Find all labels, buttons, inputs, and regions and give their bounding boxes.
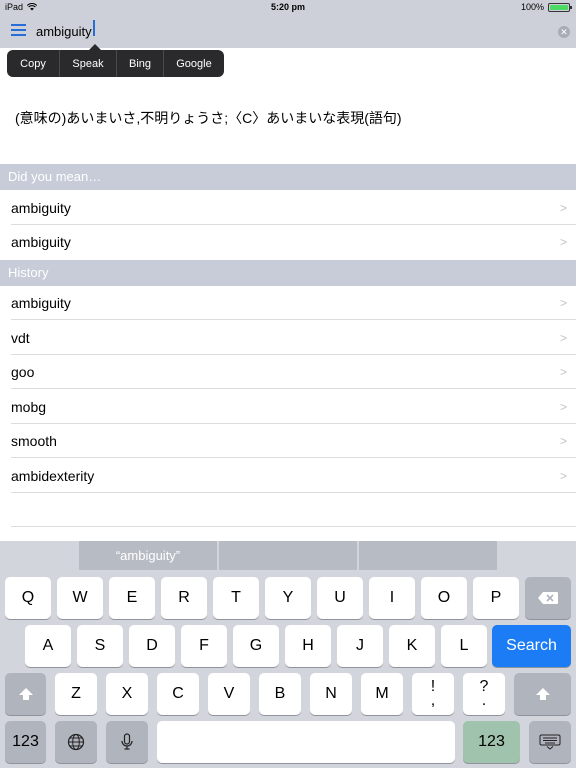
numbers-key-left[interactable]: 123 bbox=[5, 721, 46, 763]
microphone-icon bbox=[121, 733, 133, 750]
shift-key-left[interactable] bbox=[5, 673, 46, 715]
key-y[interactable]: Y bbox=[265, 577, 311, 619]
suggestions-header: Did you mean… bbox=[0, 164, 576, 190]
menu-icon[interactable] bbox=[11, 24, 26, 36]
suggestion-label: ambiguity bbox=[11, 200, 71, 216]
suggestion-label: ambiguity bbox=[11, 234, 71, 250]
chevron-right-icon: > bbox=[559, 235, 567, 249]
edit-menu: Copy Speak Bing Google bbox=[7, 44, 224, 77]
hide-keyboard-key[interactable] bbox=[529, 721, 571, 763]
history-label: ambiguity bbox=[11, 295, 71, 311]
history-row[interactable]: mobg > bbox=[11, 390, 576, 424]
key-i[interactable]: I bbox=[369, 577, 415, 619]
suggestion-row[interactable]: ambiguity > bbox=[11, 191, 576, 225]
key-d[interactable]: D bbox=[129, 625, 175, 667]
backspace-key[interactable] bbox=[525, 577, 571, 619]
search-input[interactable] bbox=[36, 20, 536, 42]
key-secondary-label: . bbox=[481, 692, 487, 709]
key-r[interactable]: R bbox=[161, 577, 207, 619]
key-secondary-label: , bbox=[430, 692, 436, 709]
key-g[interactable]: G bbox=[233, 625, 279, 667]
definition-text: (意味の)あいまいさ,不明りょうさ;〈C〉あいまいな表現(語句) bbox=[15, 110, 402, 126]
shift-key-right[interactable] bbox=[514, 673, 571, 715]
history-label: ambidexterity bbox=[11, 468, 95, 484]
text-caret bbox=[93, 20, 95, 36]
key-b[interactable]: B bbox=[259, 673, 301, 715]
battery-percent: 100% bbox=[520, 2, 544, 12]
key-question-period[interactable]: ? . bbox=[463, 673, 505, 715]
key-h[interactable]: H bbox=[285, 625, 331, 667]
dictation-key[interactable] bbox=[106, 721, 148, 763]
chevron-right-icon: > bbox=[559, 331, 567, 345]
bing-menu-item[interactable]: Bing bbox=[116, 50, 163, 77]
speak-menu-item[interactable]: Speak bbox=[59, 50, 116, 77]
history-label: mobg bbox=[11, 399, 47, 415]
globe-key[interactable] bbox=[55, 721, 97, 763]
key-v[interactable]: V bbox=[208, 673, 250, 715]
key-k[interactable]: K bbox=[389, 625, 435, 667]
chevron-right-icon: > bbox=[559, 201, 567, 215]
copy-menu-item[interactable]: Copy bbox=[7, 50, 59, 77]
history-row[interactable]: smooth > bbox=[11, 424, 576, 458]
chevron-right-icon: > bbox=[559, 365, 567, 379]
history-label: goo bbox=[11, 364, 35, 380]
predictive-suggestion[interactable]: “ambiguity” bbox=[79, 541, 217, 570]
history-label: smooth bbox=[11, 433, 57, 449]
key-u[interactable]: U bbox=[317, 577, 363, 619]
key-f[interactable]: F bbox=[181, 625, 227, 667]
key-p[interactable]: P bbox=[473, 577, 519, 619]
globe-icon bbox=[67, 733, 85, 751]
key-z[interactable]: Z bbox=[55, 673, 97, 715]
key-o[interactable]: O bbox=[421, 577, 467, 619]
key-l[interactable]: L bbox=[441, 625, 487, 667]
battery-icon bbox=[548, 2, 572, 12]
key-t[interactable]: T bbox=[213, 577, 259, 619]
space-key[interactable] bbox=[157, 721, 455, 763]
predictive-suggestion[interactable] bbox=[359, 541, 497, 570]
backspace-icon bbox=[538, 592, 558, 604]
key-s[interactable]: S bbox=[77, 625, 123, 667]
history-row[interactable]: ambidexterity > bbox=[11, 459, 576, 493]
numbers-key-right[interactable]: 123 bbox=[463, 721, 520, 763]
history-row[interactable]: ambiguity > bbox=[11, 286, 576, 320]
status-time: 5:20 pm bbox=[270, 2, 305, 12]
key-m[interactable]: M bbox=[361, 673, 403, 715]
search-key[interactable]: Search bbox=[492, 625, 571, 667]
chevron-right-icon: > bbox=[559, 434, 567, 448]
history-row[interactable]: vdt > bbox=[11, 321, 576, 355]
battery-fill bbox=[550, 4, 568, 10]
key-q[interactable]: Q bbox=[5, 577, 51, 619]
chevron-right-icon: > bbox=[559, 400, 567, 414]
key-n[interactable]: N bbox=[310, 673, 352, 715]
shift-icon bbox=[18, 688, 33, 700]
status-bar: iPad 5:20 pm 100% bbox=[0, 0, 576, 14]
keyboard-hide-icon bbox=[539, 734, 561, 750]
predictive-suggestion[interactable] bbox=[219, 541, 357, 570]
chevron-right-icon: > bbox=[559, 469, 567, 483]
key-x[interactable]: X bbox=[106, 673, 148, 715]
keyboard: Q W E R T Y U I O P A S D F G H J K L Se… bbox=[0, 570, 576, 768]
history-label: vdt bbox=[11, 330, 30, 346]
history-header: History bbox=[0, 260, 576, 286]
search-header: ✕ bbox=[0, 14, 576, 48]
key-j[interactable]: J bbox=[337, 625, 383, 667]
key-c[interactable]: C bbox=[157, 673, 199, 715]
key-a[interactable]: A bbox=[25, 625, 71, 667]
shift-icon bbox=[535, 688, 550, 700]
google-menu-item[interactable]: Google bbox=[163, 50, 224, 77]
clear-icon[interactable]: ✕ bbox=[558, 26, 570, 38]
key-e[interactable]: E bbox=[109, 577, 155, 619]
history-row-empty bbox=[11, 493, 576, 527]
key-exclaim-comma[interactable]: ! , bbox=[412, 673, 454, 715]
suggestion-row[interactable]: ambiguity > bbox=[11, 225, 576, 259]
history-row[interactable]: goo > bbox=[11, 355, 576, 389]
key-w[interactable]: W bbox=[57, 577, 103, 619]
predictive-bar: “ambiguity” bbox=[0, 541, 576, 570]
chevron-right-icon: > bbox=[559, 296, 567, 310]
